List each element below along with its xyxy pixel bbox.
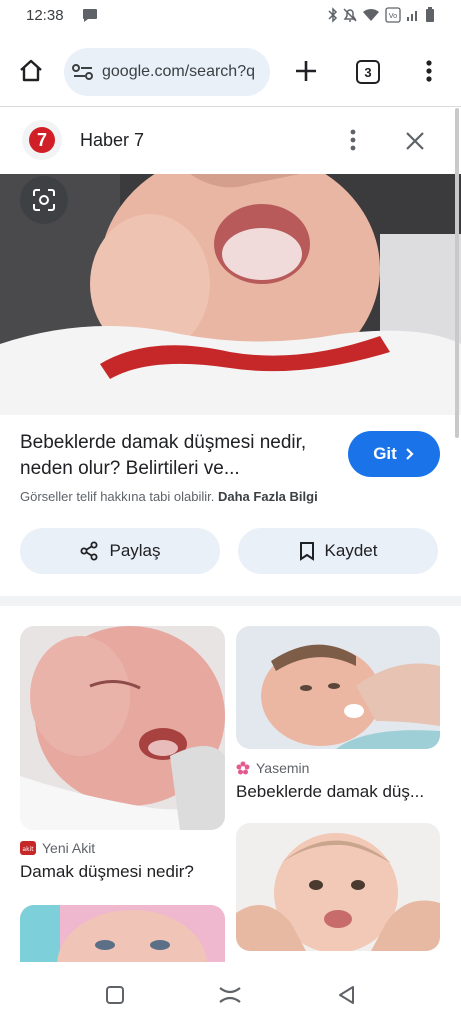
recent-apps-button[interactable] xyxy=(100,980,130,1010)
new-tab-button[interactable] xyxy=(290,54,322,88)
kebab-menu-icon xyxy=(426,60,432,82)
home-button[interactable] xyxy=(14,54,48,88)
result-title[interactable]: Bebeklerde damak düşmesi nedir, neden ol… xyxy=(20,430,340,482)
status-bar: 12:38 Vo xyxy=(0,0,461,32)
related-image[interactable] xyxy=(236,626,440,749)
toolbar-divider xyxy=(0,106,461,107)
share-icon xyxy=(80,541,98,561)
site-settings-icon[interactable] xyxy=(72,63,94,86)
source-more-button[interactable] xyxy=(342,126,364,154)
volte-icon: Vo xyxy=(385,7,401,23)
related-image[interactable] xyxy=(236,823,440,951)
url-text[interactable]: google.com/search?q xyxy=(102,63,264,81)
home-nav-button[interactable] xyxy=(215,980,245,1010)
related-source[interactable]: Yasemin xyxy=(236,760,309,776)
source-name[interactable]: Haber 7 xyxy=(80,130,144,151)
related-title[interactable]: Damak düşmesi nedir? xyxy=(20,862,225,882)
mute-icon xyxy=(343,7,357,23)
close-icon xyxy=(406,132,424,150)
section-separator xyxy=(0,596,461,606)
related-source-name: Yeni Akit xyxy=(42,840,96,856)
address-bar[interactable]: google.com/search?q xyxy=(64,48,270,96)
baby-oral-care-image xyxy=(236,626,440,749)
visit-button-label: Git xyxy=(373,444,397,463)
bluetooth-icon xyxy=(328,7,338,23)
preview-image[interactable] xyxy=(0,174,461,415)
home-icon xyxy=(20,59,42,82)
chevron-right-icon xyxy=(406,448,414,460)
status-time: 12:38 xyxy=(26,7,64,24)
tab-switcher-button[interactable]: 3 xyxy=(356,60,380,84)
kebab-menu-icon xyxy=(350,129,356,151)
more-info-link[interactable]: Daha Fazla Bilgi xyxy=(218,489,318,504)
lens-icon xyxy=(33,189,55,211)
save-button[interactable]: Kaydet xyxy=(238,528,438,574)
message-icon xyxy=(82,8,98,28)
source-logo-mark: 7 xyxy=(29,127,55,153)
related-source-name: Yasemin xyxy=(256,760,310,776)
browser-toolbar: google.com/search?q 3 xyxy=(0,40,461,106)
system-navigation-bar xyxy=(0,962,461,1024)
recents-icon xyxy=(106,986,124,1004)
more-menu-button[interactable] xyxy=(418,56,440,86)
crying-baby-closeup-image xyxy=(0,174,461,415)
save-label: Kaydet xyxy=(324,541,378,560)
source-logo[interactable]: 7 xyxy=(22,120,62,160)
bookmark-icon xyxy=(299,542,314,561)
svg-text:akit: akit xyxy=(22,846,34,853)
signal-icon xyxy=(406,8,420,22)
copyright-notice: Görseller telif hakkına tabi olabilir. D… xyxy=(20,489,318,504)
scrollbar-thumb[interactable] xyxy=(455,108,459,438)
lens-search-button[interactable] xyxy=(20,176,68,224)
back-triangle-icon xyxy=(339,986,354,1004)
home-gesture-icon xyxy=(219,987,241,1003)
related-image[interactable] xyxy=(20,626,225,830)
yasemin-flower-icon xyxy=(236,761,250,775)
related-source[interactable]: akit Yeni Akit xyxy=(20,840,95,856)
crying-baby-image xyxy=(20,626,225,830)
close-button[interactable] xyxy=(402,128,428,154)
baby-face-held-image xyxy=(236,823,440,951)
plus-icon xyxy=(296,61,316,81)
related-title[interactable]: Bebeklerde damak düş... xyxy=(236,782,440,802)
battery-icon xyxy=(425,7,435,23)
back-button[interactable] xyxy=(332,980,362,1010)
source-header: 7 Haber 7 xyxy=(0,108,461,174)
copyright-text: Görseller telif hakkına tabi olabilir. xyxy=(20,489,215,504)
wifi-icon xyxy=(362,8,380,22)
share-button[interactable]: Paylaş xyxy=(20,528,220,574)
share-label: Paylaş xyxy=(109,541,161,560)
akit-logo-icon: akit xyxy=(20,841,36,855)
visit-button[interactable]: Git xyxy=(348,431,440,477)
svg-text:Vo: Vo xyxy=(389,12,398,20)
